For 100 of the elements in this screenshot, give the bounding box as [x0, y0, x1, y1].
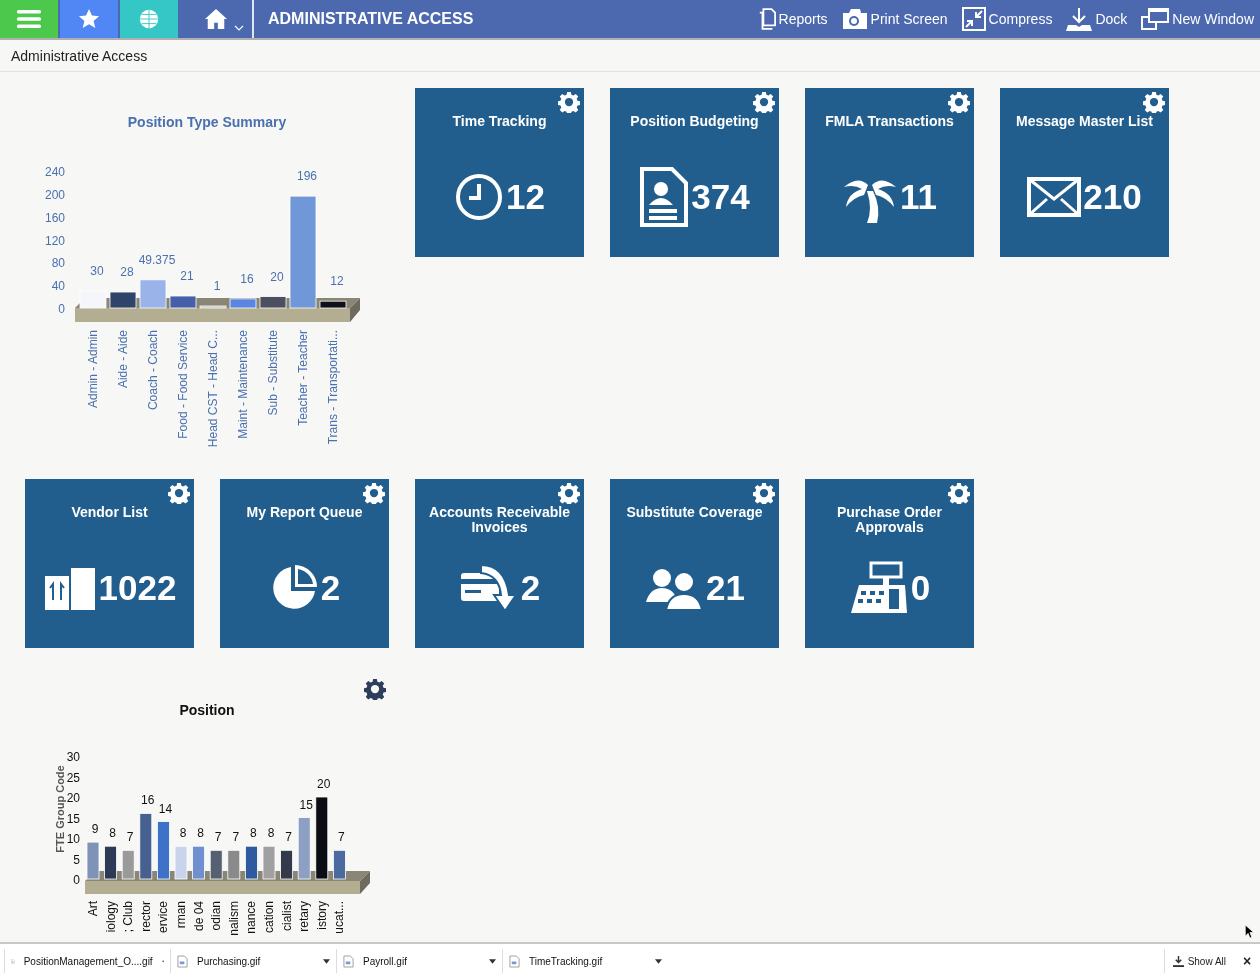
data-label: 16	[141, 793, 155, 808]
category-label: retary	[297, 901, 312, 932]
caret-icon[interactable]	[323, 958, 330, 964]
data-label: 8	[179, 826, 187, 841]
page-title: ADMINISTRATIVE ACCESS	[268, 10, 475, 28]
toolbar-button[interactable]: Reports	[757, 8, 828, 30]
tile-count: 2	[320, 568, 341, 608]
settings-icon[interactable]	[363, 482, 385, 504]
settings-icon[interactable]	[753, 91, 775, 113]
category-label: de 04	[191, 901, 206, 932]
chart-title: Position	[179, 702, 235, 718]
dashboard-tile[interactable]: FMLA Transactions 11	[805, 88, 974, 257]
dashboard-tile[interactable]: Purchase Order Approvals 0	[805, 479, 974, 648]
show-all-button[interactable]: Show All	[1163, 949, 1234, 973]
category-label: ; Club	[121, 901, 136, 933]
download-item[interactable]: PositionManagement_O....gif	[4, 949, 170, 973]
settings-icon[interactable]	[1143, 91, 1165, 113]
cash-register-icon	[848, 561, 909, 615]
data-label: 16	[240, 271, 254, 286]
caret-icon	[234, 25, 244, 31]
tile-count: 1022	[98, 568, 177, 608]
toolbar-button[interactable]: Print Screen	[841, 8, 948, 30]
tile-count: 2	[520, 568, 541, 608]
axis-tick-label: 0	[73, 873, 80, 887]
category-label: Sub - Substitute	[266, 330, 280, 416]
compress-icon	[961, 7, 986, 31]
dashboard-tile[interactable]: Time Tracking 12	[415, 88, 584, 257]
toolbar-button[interactable]: New Window	[1141, 7, 1254, 31]
category-label: cialist	[279, 901, 294, 931]
download-item[interactable]: TimeTracking.gif	[502, 949, 668, 973]
category-label: Maint - Maintenance	[236, 330, 250, 439]
settings-icon[interactable]	[753, 482, 775, 504]
category-label: ucat...	[332, 901, 347, 934]
axis-tick-label: 160	[44, 210, 65, 225]
tile-count: 0	[910, 568, 931, 608]
data-label: 8	[197, 826, 204, 841]
bar	[209, 849, 223, 880]
dashboard-tile[interactable]: Accounts Receivable Invoices 2	[415, 479, 584, 648]
data-label: 20	[317, 777, 331, 791]
data-label: 8	[267, 826, 275, 841]
caret-icon[interactable]	[655, 958, 662, 964]
tile-count: 21	[706, 568, 745, 608]
cursor-icon	[1244, 924, 1254, 939]
bar	[245, 845, 258, 880]
category-label: rector	[138, 901, 153, 932]
caret-icon[interactable]	[489, 958, 496, 964]
category-label: rman	[174, 901, 188, 929]
category-label: Food - Food Service	[176, 330, 190, 439]
download-item[interactable]: Payroll.gif	[336, 949, 502, 973]
dashboard-tile[interactable]: Position Budgeting 374	[610, 88, 779, 257]
axis-title: FTE Group Code	[54, 765, 66, 853]
dashboard-tile[interactable]: Vendor List 1022	[25, 479, 194, 648]
category-label: nalism	[226, 901, 241, 936]
toolbar-button[interactable]: Dock	[1066, 7, 1128, 31]
bar	[280, 849, 293, 880]
category-label: Art	[86, 901, 100, 917]
data-label: 30	[90, 263, 104, 278]
bar	[174, 845, 188, 880]
tile-title: My Report Queue	[245, 505, 364, 520]
bar	[229, 298, 257, 309]
document-person-icon	[639, 167, 690, 227]
category-label: nance	[244, 901, 259, 934]
favorites-button[interactable]	[60, 0, 118, 38]
tile-title: Time Tracking	[451, 114, 548, 129]
category-label: iology	[103, 901, 118, 933]
download-tray-icon	[1066, 7, 1093, 31]
dashboard-tile[interactable]: Message Master List 210	[1000, 88, 1169, 257]
tile-count: 11	[900, 177, 937, 217]
tile-title: Substitute Coverage	[625, 505, 764, 520]
axis-tick-label: 0	[58, 302, 65, 316]
menu-icon	[17, 9, 41, 29]
axis-tick-label: 240	[44, 165, 65, 179]
settings-icon[interactable]	[168, 482, 190, 504]
copy-icon	[757, 8, 776, 30]
close-button[interactable]: ×	[1234, 953, 1260, 969]
bar	[139, 279, 167, 309]
bar	[109, 291, 137, 309]
bar	[192, 845, 205, 880]
data-label: 7	[126, 830, 134, 845]
data-label: 12	[330, 274, 344, 289]
settings-icon[interactable]	[558, 482, 580, 504]
globe-icon	[138, 8, 160, 30]
axis-tick-label: 80	[51, 256, 65, 271]
axis-tick-label: 120	[44, 233, 65, 248]
toolbar-button[interactable]: Compress	[961, 7, 1053, 31]
data-label: 9	[91, 822, 99, 837]
bar	[333, 849, 346, 880]
dashboard-tile[interactable]: My Report Queue 2	[220, 479, 389, 648]
bar	[121, 849, 135, 880]
axis-tick-label: 200	[44, 187, 65, 202]
download-icon	[1172, 955, 1184, 967]
download-item[interactable]: Purchasing.gif	[170, 949, 336, 973]
settings-icon[interactable]	[558, 91, 580, 113]
settings-icon[interactable]	[948, 91, 970, 113]
settings-icon[interactable]	[948, 482, 970, 504]
settings-icon[interactable]	[364, 678, 386, 700]
boxes-icon	[42, 566, 97, 610]
data-label: 7	[214, 830, 222, 845]
bar	[319, 300, 347, 309]
dashboard-tile[interactable]: Substitute Coverage 21	[610, 479, 779, 648]
